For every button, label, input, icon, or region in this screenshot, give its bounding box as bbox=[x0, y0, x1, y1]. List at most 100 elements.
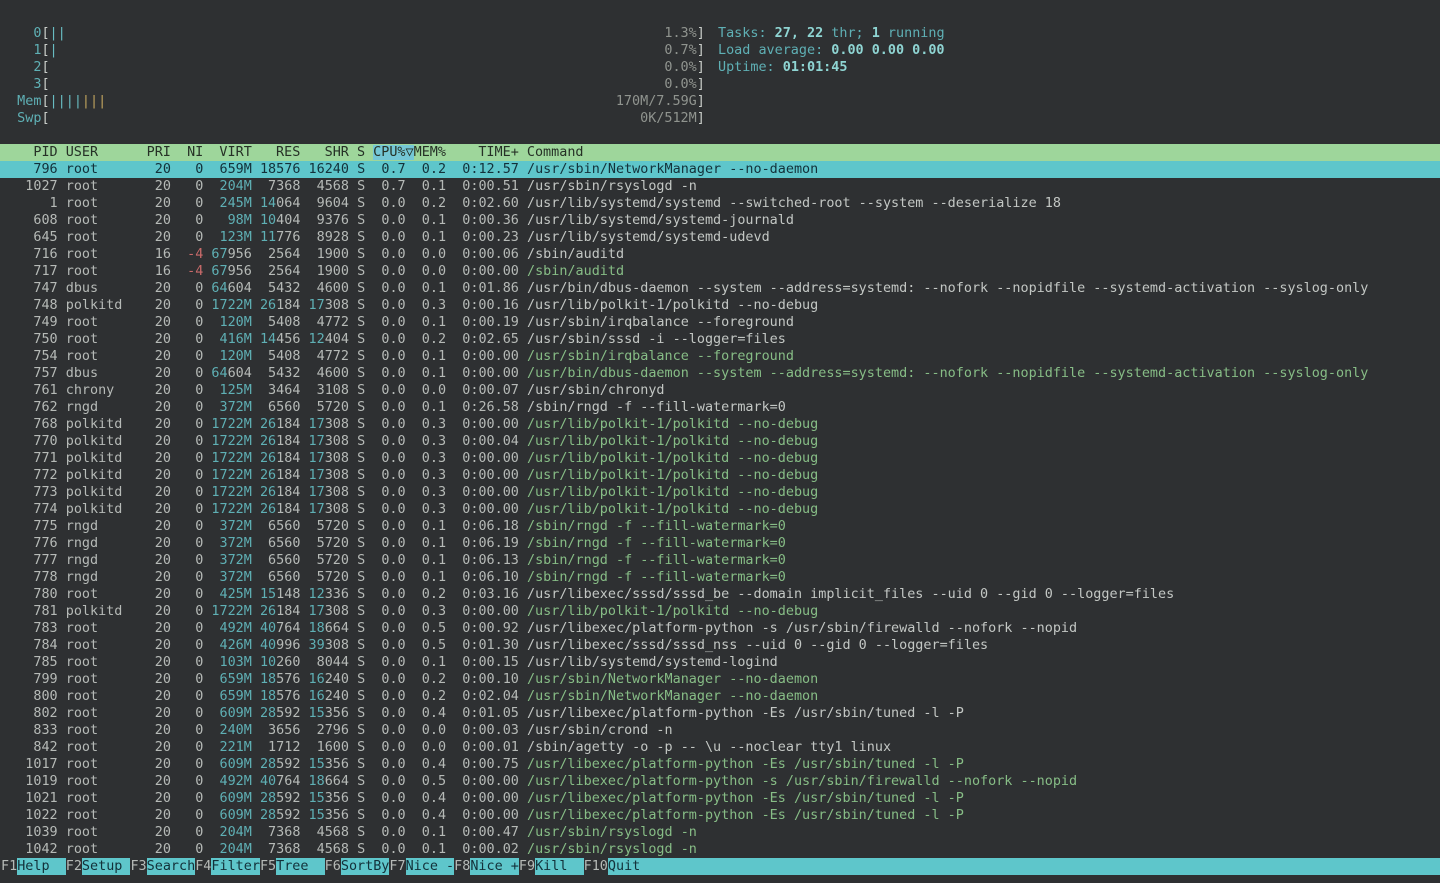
process-row-773[interactable]: 773 polkitd 20 0 1722M 26184 17308 S 0.0… bbox=[0, 484, 1440, 501]
process-row-645[interactable]: 645 root 20 0 123M 11776 8928 S 0.0 0.1 … bbox=[0, 229, 1440, 246]
process-row-1042[interactable]: 1042 root 20 0 204M 7368 4568 S 0.0 0.1 … bbox=[0, 841, 1440, 858]
meter-bar: | bbox=[74, 94, 82, 109]
process-row-783[interactable]: 783 root 20 0 492M 40764 18664 S 0.0 0.5… bbox=[0, 620, 1440, 637]
cell-res: 26 bbox=[260, 417, 276, 432]
meter-label: 3 bbox=[1, 77, 41, 92]
process-row-1[interactable]: 1 root 20 0 245M 14064 9604 S 0.0 0.2 0:… bbox=[0, 195, 1440, 212]
fn-key-f3[interactable]: F3 bbox=[130, 858, 146, 875]
cell-pid: 774 bbox=[1, 502, 66, 517]
fn-label-sortby[interactable]: SortBy bbox=[341, 858, 390, 875]
process-row-770[interactable]: 770 polkitd 20 0 1722M 26184 17308 S 0.0… bbox=[0, 433, 1440, 450]
cell-res: 11 bbox=[260, 230, 276, 245]
process-row-842[interactable]: 842 root 20 0 221M 1712 1600 S 0.0 0.0 0… bbox=[0, 739, 1440, 756]
process-row-716[interactable]: 716 root 16 -4 67956 2564 1900 S 0.0 0.0… bbox=[0, 246, 1440, 263]
cell-mem: 0.2 bbox=[414, 672, 454, 687]
process-row-775[interactable]: 775 rngd 20 0 372M 6560 5720 S 0.0 0.1 0… bbox=[0, 518, 1440, 535]
process-row-761[interactable]: 761 chrony 20 0 125M 3464 3108 S 0.0 0.0… bbox=[0, 382, 1440, 399]
fn-label-nice-[interactable]: Nice + bbox=[470, 858, 519, 875]
cell-state: S bbox=[357, 587, 373, 602]
process-row-784[interactable]: 784 root 20 0 426M 40996 39308 S 0.0 0.5… bbox=[0, 637, 1440, 654]
cell-virt: 372M bbox=[219, 553, 251, 568]
cell-pri: 20 bbox=[147, 808, 179, 823]
process-row-768[interactable]: 768 polkitd 20 0 1722M 26184 17308 S 0.0… bbox=[0, 416, 1440, 433]
cell-cpu: 0.0 bbox=[373, 332, 413, 347]
cell-mem: 0.0 bbox=[414, 247, 454, 262]
process-row-778[interactable]: 778 rngd 20 0 372M 6560 5720 S 0.0 0.1 0… bbox=[0, 569, 1440, 586]
fn-label-setup[interactable]: Setup bbox=[82, 858, 131, 875]
cell-state: S bbox=[357, 791, 373, 806]
process-row-1019[interactable]: 1019 root 20 0 492M 40764 18664 S 0.0 0.… bbox=[0, 773, 1440, 790]
process-row-748[interactable]: 748 polkitd 20 0 1722M 26184 17308 S 0.0… bbox=[0, 297, 1440, 314]
process-row-757[interactable]: 757 dbus 20 0 64604 5432 4600 S 0.0 0.1 … bbox=[0, 365, 1440, 382]
cell-command: /usr/sbin/NetworkManager --no-daemon bbox=[527, 162, 818, 177]
process-row-747[interactable]: 747 dbus 20 0 64604 5432 4600 S 0.0 0.1 … bbox=[0, 280, 1440, 297]
cell-pid: 771 bbox=[1, 451, 66, 466]
cell-shr bbox=[309, 264, 317, 279]
fn-key-f5[interactable]: F5 bbox=[260, 858, 276, 875]
fn-key-f4[interactable]: F4 bbox=[195, 858, 211, 875]
cell-ni: 0 bbox=[179, 723, 203, 738]
process-row-800[interactable]: 800 root 20 0 659M 18576 16240 S 0.0 0.2… bbox=[0, 688, 1440, 705]
fn-label-quit[interactable]: Quit bbox=[608, 858, 1440, 875]
cell-virt bbox=[211, 213, 227, 228]
process-row-772[interactable]: 772 polkitd 20 0 1722M 26184 17308 S 0.0… bbox=[0, 467, 1440, 484]
fn-key-f8[interactable]: F8 bbox=[454, 858, 470, 875]
process-row-750[interactable]: 750 root 20 0 416M 14456 12404 S 0.0 0.2… bbox=[0, 331, 1440, 348]
process-row-833[interactable]: 833 root 20 0 240M 3656 2796 S 0.0 0.0 0… bbox=[0, 722, 1440, 739]
process-row-717[interactable]: 717 root 16 -4 67956 2564 1900 S 0.0 0.0… bbox=[0, 263, 1440, 280]
process-row-781[interactable]: 781 polkitd 20 0 1722M 26184 17308 S 0.0… bbox=[0, 603, 1440, 620]
cell-gap bbox=[252, 706, 260, 721]
fn-label-nice-[interactable]: Nice - bbox=[406, 858, 455, 875]
cell-shr bbox=[309, 349, 317, 364]
cell-gap bbox=[349, 383, 357, 398]
cell-pid: 754 bbox=[1, 349, 66, 364]
process-row-776[interactable]: 776 rngd 20 0 372M 6560 5720 S 0.0 0.1 0… bbox=[0, 535, 1440, 552]
fn-key-f10[interactable]: F10 bbox=[584, 858, 608, 875]
cell-pid: 608 bbox=[1, 213, 66, 228]
process-row-774[interactable]: 774 polkitd 20 0 1722M 26184 17308 S 0.0… bbox=[0, 501, 1440, 518]
cell-mem: 0.1 bbox=[414, 281, 454, 296]
fn-key-f6[interactable]: F6 bbox=[325, 858, 341, 875]
cell-virt: 1722M bbox=[211, 451, 251, 466]
process-row-1022[interactable]: 1022 root 20 0 609M 28592 15356 S 0.0 0.… bbox=[0, 807, 1440, 824]
process-row-780[interactable]: 780 root 20 0 425M 15148 12336 S 0.0 0.2… bbox=[0, 586, 1440, 603]
cell-user: polkitd bbox=[66, 434, 147, 449]
fn-label-tree[interactable]: Tree bbox=[276, 858, 325, 875]
process-row-1039[interactable]: 1039 root 20 0 204M 7368 4568 S 0.0 0.1 … bbox=[0, 824, 1440, 841]
cell-shr: 4772 bbox=[317, 315, 349, 330]
cell-virt: 609M bbox=[219, 808, 251, 823]
cell-gap bbox=[349, 264, 357, 279]
fn-label-search[interactable]: Search bbox=[147, 858, 196, 875]
cell-gap bbox=[349, 298, 357, 313]
cell-res: 6560 bbox=[268, 570, 300, 585]
cell-user: rngd bbox=[66, 570, 147, 585]
process-row-799[interactable]: 799 root 20 0 659M 18576 16240 S 0.0 0.2… bbox=[0, 671, 1440, 688]
fn-key-f9[interactable]: F9 bbox=[519, 858, 535, 875]
fn-label-filter[interactable]: Filter bbox=[211, 858, 260, 875]
process-row-785[interactable]: 785 root 20 0 103M 10260 8044 S 0.0 0.1 … bbox=[0, 654, 1440, 671]
cell-command: /usr/sbin/rsyslogd -n bbox=[527, 179, 697, 194]
process-row-796[interactable]: 796 root 20 0 659M 18576 16240 S 0.7 0.2… bbox=[0, 161, 1440, 178]
process-row-749[interactable]: 749 root 20 0 120M 5408 4772 S 0.0 0.1 0… bbox=[0, 314, 1440, 331]
cell-ni: 0 bbox=[179, 604, 203, 619]
cell-shr: 356 bbox=[325, 808, 349, 823]
cell-state: S bbox=[357, 247, 373, 262]
fn-label-kill[interactable]: Kill bbox=[535, 858, 584, 875]
cell-ni: 0 bbox=[179, 621, 203, 636]
process-row-762[interactable]: 762 rngd 20 0 372M 6560 5720 S 0.0 0.1 0… bbox=[0, 399, 1440, 416]
fn-key-f2[interactable]: F2 bbox=[66, 858, 82, 875]
process-row-1017[interactable]: 1017 root 20 0 609M 28592 15356 S 0.0 0.… bbox=[0, 756, 1440, 773]
process-row-771[interactable]: 771 polkitd 20 0 1722M 26184 17308 S 0.0… bbox=[0, 450, 1440, 467]
process-row-1021[interactable]: 1021 root 20 0 609M 28592 15356 S 0.0 0.… bbox=[0, 790, 1440, 807]
fn-label-help[interactable]: Help bbox=[17, 858, 66, 875]
cell-gap bbox=[252, 315, 260, 330]
process-row-1027[interactable]: 1027 root 20 0 204M 7368 4568 S 0.7 0.1 … bbox=[0, 178, 1440, 195]
column-header-cpu-sort[interactable]: CPU%▽ bbox=[373, 145, 413, 160]
process-row-754[interactable]: 754 root 20 0 120M 5408 4772 S 0.0 0.1 0… bbox=[0, 348, 1440, 365]
process-row-608[interactable]: 608 root 20 0 98M 10404 9376 S 0.0 0.1 0… bbox=[0, 212, 1440, 229]
fn-key-f7[interactable]: F7 bbox=[389, 858, 405, 875]
process-row-777[interactable]: 777 rngd 20 0 372M 6560 5720 S 0.0 0.1 0… bbox=[0, 552, 1440, 569]
cell-shr bbox=[309, 723, 317, 738]
fn-key-f1[interactable]: F1 bbox=[1, 858, 17, 875]
process-row-802[interactable]: 802 root 20 0 609M 28592 15356 S 0.0 0.4… bbox=[0, 705, 1440, 722]
